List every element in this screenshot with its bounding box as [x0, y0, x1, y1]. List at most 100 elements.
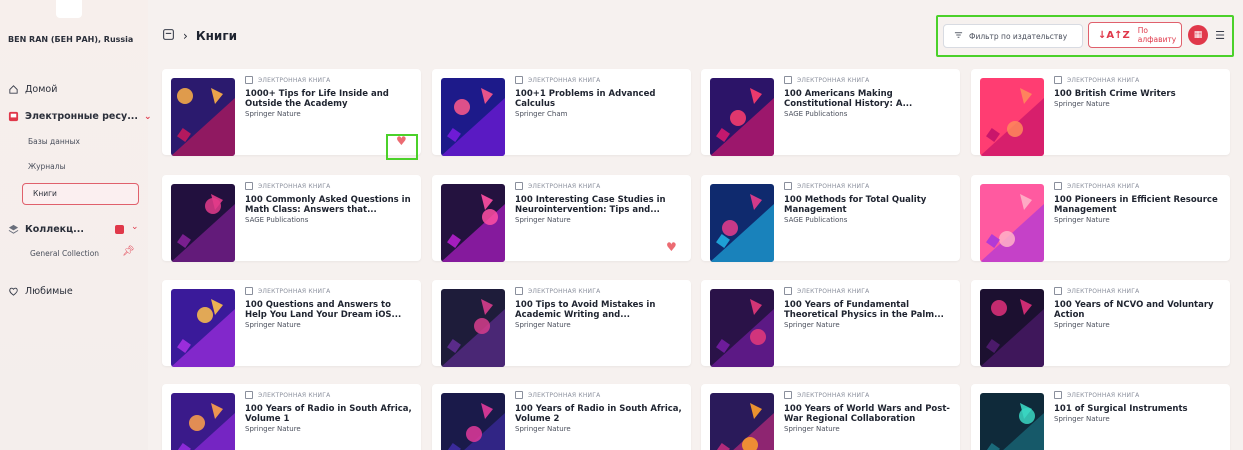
book-cover[interactable] [980, 184, 1044, 262]
sidebar-item-collections[interactable]: Коллекц... [8, 224, 84, 235]
list-view-toggle[interactable]: ☰ [1212, 27, 1228, 43]
book-title[interactable]: 100 Questions and Answers to Help You La… [245, 300, 413, 320]
sidebar-item-label: Любимые [25, 286, 73, 297]
pin-icon[interactable]: 📌︎ [122, 246, 135, 257]
sidebar-item-e-resources[interactable]: Электронные ресу... ⌄ [8, 111, 152, 122]
sidebar-item-favorites[interactable]: Любимые [8, 286, 73, 297]
book-icon [162, 28, 175, 44]
breadcrumb: › Книги [162, 28, 237, 44]
sidebar-subitem-books[interactable]: Книги [22, 183, 139, 205]
book-cover[interactable] [441, 393, 505, 450]
book-type-label: ЭЛЕКТРОННАЯ КНИГА [515, 391, 600, 399]
book-cover[interactable] [171, 78, 235, 156]
book-cover[interactable] [710, 184, 774, 262]
book-publisher: Springer Nature [1054, 321, 1110, 329]
book-title[interactable]: 100 Commonly Asked Questions in Math Cla… [245, 195, 413, 215]
book-publisher: Springer Nature [515, 216, 571, 224]
book-cover[interactable] [441, 184, 505, 262]
sidebar-item-home[interactable]: Домой [8, 84, 57, 95]
book-card[interactable]: ЭЛЕКТРОННАЯ КНИГА 100 Pioneers in Efficie… [971, 175, 1230, 262]
book-card[interactable]: ЭЛЕКТРОННАЯ КНИГА 1000+ Tips for Life Ins… [162, 69, 421, 156]
sort-az-icon: ↓A↑Z [1098, 29, 1130, 41]
grid-view-toggle[interactable]: ▦ [1188, 25, 1208, 45]
book-card[interactable]: ЭЛЕКТРОННАЯ КНИГА 100 British Crime Write… [971, 69, 1230, 156]
book-card[interactable]: ЭЛЕКТРОННАЯ КНИГА 100 Years of NCVO and V… [971, 280, 1230, 367]
book-type-text: ЭЛЕКТРОННАЯ КНИГА [1067, 182, 1140, 190]
book-cover[interactable] [980, 393, 1044, 450]
book-type-text: ЭЛЕКТРОННАЯ КНИГА [1067, 76, 1140, 84]
book-type-label: ЭЛЕКТРОННАЯ КНИГА [1054, 76, 1139, 84]
favorite-heart-icon[interactable]: ♥ [666, 240, 677, 254]
book-publisher: SAGE Publications [245, 216, 309, 224]
filter-icon [954, 31, 963, 41]
book-card[interactable]: ЭЛЕКТРОННАЯ КНИГА 100 Tips to Avoid Mista… [432, 280, 691, 367]
book-cover[interactable] [171, 289, 235, 367]
book-type-label: ЭЛЕКТРОННАЯ КНИГА [784, 76, 869, 84]
chevron-right-icon: › [183, 29, 188, 43]
ebook-icon [515, 182, 523, 190]
ebook-icon [1054, 391, 1062, 399]
book-title[interactable]: 100 Americans Making Constitutional Hist… [784, 89, 952, 109]
ebook-icon [1054, 182, 1062, 190]
book-card[interactable]: ЭЛЕКТРОННАЯ КНИГА 100 Years of Radio in S… [432, 384, 691, 450]
book-title[interactable]: 1000+ Tips for Life Inside and Outside t… [245, 89, 413, 109]
chevron-down-icon[interactable]: ⌄ [144, 112, 152, 122]
book-card[interactable]: ЭЛЕКТРОННАЯ КНИГА 100 Years of Radio in S… [162, 384, 421, 450]
book-cover[interactable] [710, 393, 774, 450]
book-title[interactable]: 100 Years of World Wars and Post-War Reg… [784, 404, 952, 424]
book-title[interactable]: 100 Years of Fundamental Theoretical Phy… [784, 300, 952, 320]
book-card[interactable]: ЭЛЕКТРОННАЯ КНИГА 100 Years of World Wars… [701, 384, 960, 450]
book-cover[interactable] [171, 393, 235, 450]
book-type-label: ЭЛЕКТРОННАЯ КНИГА [245, 76, 330, 84]
sidebar-subitem-general-collection[interactable]: General Collection [30, 249, 99, 258]
collection-badge [115, 225, 124, 234]
org-logo[interactable] [56, 0, 82, 18]
ebook-icon [245, 76, 253, 84]
book-cover[interactable] [441, 78, 505, 156]
book-cover[interactable] [171, 184, 235, 262]
book-card[interactable]: ЭЛЕКТРОННАЯ КНИГА 100 Commonly Asked Ques… [162, 175, 421, 262]
book-publisher: SAGE Publications [784, 110, 848, 118]
book-card[interactable]: ЭЛЕКТРОННАЯ КНИГА 101 of Surgical Instrum… [971, 384, 1230, 450]
book-title[interactable]: 100+1 Problems in Advanced Calculus [515, 89, 683, 109]
book-cover[interactable] [980, 78, 1044, 156]
book-card[interactable]: ЭЛЕКТРОННАЯ КНИГА 100 Methods for Total Q… [701, 175, 960, 262]
book-cover[interactable] [441, 289, 505, 367]
ebook-icon [784, 287, 792, 295]
book-cover[interactable] [980, 289, 1044, 367]
book-title[interactable]: 100 Pioneers in Efficient Resource Manag… [1054, 195, 1222, 215]
book-card[interactable]: ЭЛЕКТРОННАЯ КНИГА 100+1 Problems in Advan… [432, 69, 691, 156]
book-red-icon [8, 111, 19, 122]
book-publisher: Springer Nature [245, 321, 301, 329]
book-title[interactable]: 100 Years of Radio in South Africa, Volu… [245, 404, 413, 424]
book-cover[interactable] [710, 289, 774, 367]
ebook-icon [245, 182, 253, 190]
book-card[interactable]: ЭЛЕКТРОННАЯ КНИГА 100 Americans Making Co… [701, 69, 960, 156]
sort-alphabetical-button[interactable]: ↓A↑Z По алфавиту [1088, 22, 1182, 48]
chevron-down-icon[interactable]: ⌄ [131, 222, 139, 232]
book-title[interactable]: 100 Tips to Avoid Mistakes in Academic W… [515, 300, 683, 320]
sort-label: По алфавиту [1137, 26, 1177, 44]
book-type-text: ЭЛЕКТРОННАЯ КНИГА [528, 76, 601, 84]
book-card[interactable]: ЭЛЕКТРОННАЯ КНИГА 100 Questions and Answe… [162, 280, 421, 367]
book-card[interactable]: ЭЛЕКТРОННАЯ КНИГА 100 Interesting Case St… [432, 175, 691, 262]
book-title[interactable]: 100 Methods for Total Quality Management [784, 195, 952, 215]
book-type-text: ЭЛЕКТРОННАЯ КНИГА [258, 76, 331, 84]
book-type-label: ЭЛЕКТРОННАЯ КНИГА [1054, 391, 1139, 399]
book-title[interactable]: 100 British Crime Writers [1054, 89, 1222, 99]
book-publisher: Springer Nature [245, 110, 301, 118]
book-type-label: ЭЛЕКТРОННАЯ КНИГА [515, 76, 600, 84]
book-cover[interactable] [710, 78, 774, 156]
book-card[interactable]: ЭЛЕКТРОННАЯ КНИГА 100 Years of Fundamenta… [701, 280, 960, 367]
sidebar-subitem-databases[interactable]: Базы данных [28, 137, 80, 146]
publisher-filter-button[interactable]: Фильтр по издательству [943, 24, 1083, 48]
sidebar-item-label: Домой [25, 84, 58, 95]
sidebar-subitem-journals[interactable]: Журналы [28, 162, 66, 171]
book-title[interactable]: 100 Years of Radio in South Africa, Volu… [515, 404, 683, 424]
ebook-icon [1054, 76, 1062, 84]
book-type-text: ЭЛЕКТРОННАЯ КНИГА [258, 391, 331, 399]
home-icon [8, 84, 19, 95]
book-title[interactable]: 101 of Surgical Instruments [1054, 404, 1222, 414]
book-title[interactable]: 100 Interesting Case Studies in Neuroint… [515, 195, 683, 215]
book-title[interactable]: 100 Years of NCVO and Voluntary Action [1054, 300, 1222, 320]
